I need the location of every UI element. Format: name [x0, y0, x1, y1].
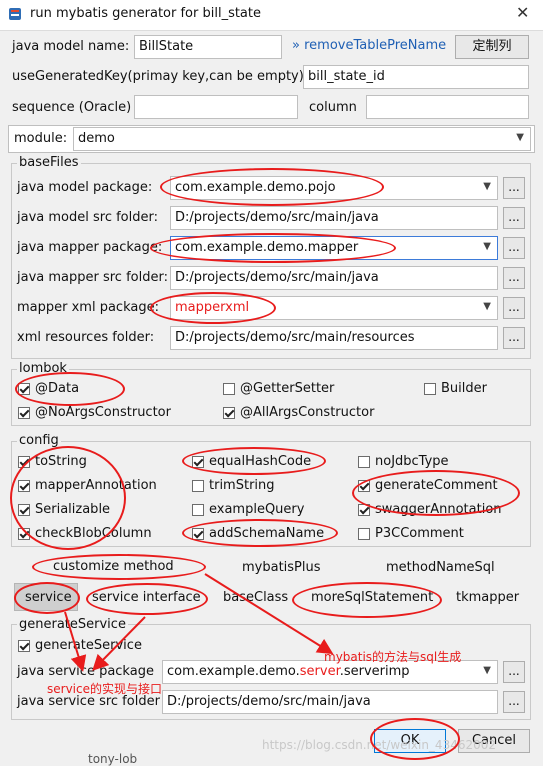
annotation-mybatis-note: mybatis的方法与sql生成 — [324, 650, 462, 664]
annotation-service-note: service的实现与接口 — [47, 682, 162, 696]
annotation-arrows — [64, 573, 334, 672]
